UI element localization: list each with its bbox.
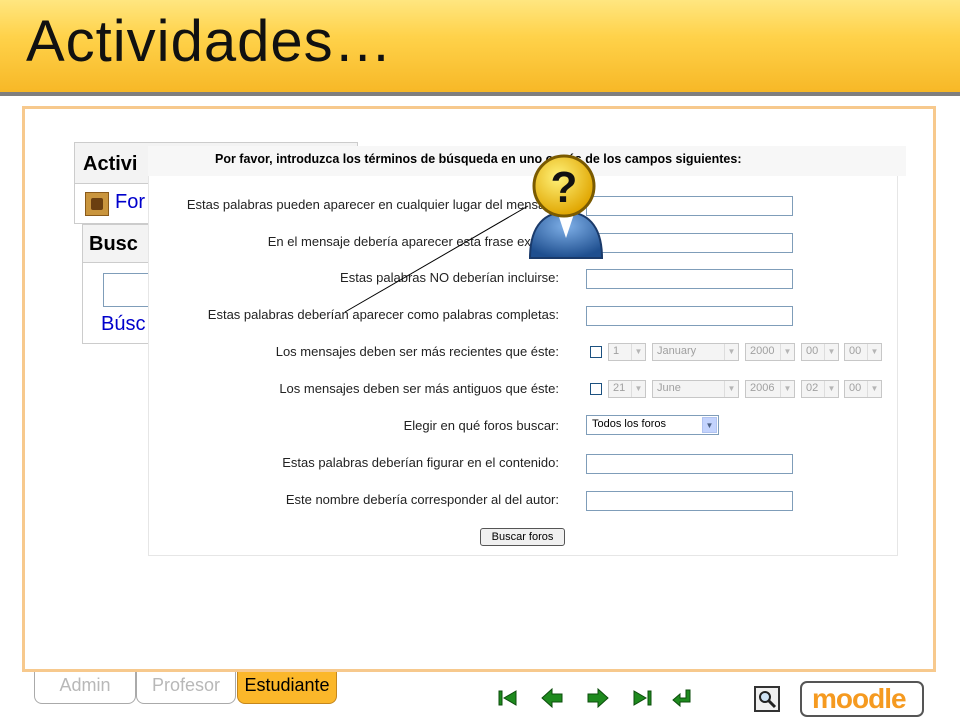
any-words-label: Estas palabras pueden aparecer en cualqu… bbox=[186, 197, 559, 212]
whole-words-input[interactable] bbox=[586, 306, 793, 326]
slide: Actividades… Activi For Busc Búsc Por fa… bbox=[0, 0, 960, 720]
magnifier-icon bbox=[759, 691, 777, 709]
previous-slide-icon[interactable] bbox=[540, 686, 564, 710]
date-to-minute-select[interactable]: 00 ▼ bbox=[844, 380, 882, 398]
search-block-title: Busc bbox=[89, 233, 138, 255]
magnifier-button[interactable] bbox=[754, 686, 780, 712]
content-words-label: Estas palabras deberían figurar en el co… bbox=[282, 455, 559, 470]
chevron-down-icon: ▼ bbox=[702, 417, 717, 433]
date-from-checkbox[interactable] bbox=[590, 346, 602, 358]
date-from-minute-select[interactable]: 00 ▼ bbox=[844, 343, 882, 361]
tab-estudiante[interactable]: Estudiante bbox=[237, 672, 337, 704]
exact-phrase-label: En el mensaje debería aparecer esta fras… bbox=[267, 234, 559, 249]
content-words-input[interactable] bbox=[586, 454, 793, 474]
moodle-logo-text: moodle bbox=[812, 683, 907, 714]
date-from-year-select[interactable]: 2000 ▼ bbox=[745, 343, 795, 361]
date-to-year-select[interactable]: 2006 ▼ bbox=[745, 380, 795, 398]
forum-icon bbox=[85, 192, 109, 216]
date-to-month-select[interactable]: June ▼ bbox=[652, 380, 739, 398]
forum-select[interactable]: Todos los foros ▼ bbox=[586, 415, 719, 435]
forum-select-label: Elegir en qué foros buscar: bbox=[403, 418, 559, 433]
author-label: Este nombre debería corresponder al del … bbox=[285, 492, 559, 507]
help-question-icon: ? bbox=[528, 154, 604, 259]
exclude-words-label: Estas palabras NO deberían incluirse: bbox=[340, 270, 559, 285]
author-input[interactable] bbox=[586, 491, 793, 511]
any-words-input[interactable] bbox=[586, 196, 793, 216]
date-from-month-select[interactable]: January ▼ bbox=[652, 343, 739, 361]
whole-words-label: Estas palabras deberían aparecer como pa… bbox=[207, 307, 559, 322]
exclude-words-input[interactable] bbox=[586, 269, 793, 289]
moodle-logo[interactable]: moodle bbox=[800, 681, 924, 717]
forum-link[interactable]: For bbox=[115, 191, 145, 214]
return-icon[interactable] bbox=[670, 686, 694, 710]
last-slide-icon[interactable] bbox=[630, 686, 654, 710]
svg-text:?: ? bbox=[551, 163, 578, 212]
date-from-hour-select[interactable]: 00 ▼ bbox=[801, 343, 839, 361]
slide-title: Actividades… bbox=[26, 9, 393, 74]
tab-admin[interactable]: Admin bbox=[34, 672, 136, 704]
date-from-day-select[interactable]: 1 ▼ bbox=[608, 343, 646, 361]
first-slide-icon[interactable] bbox=[496, 686, 520, 710]
date-to-checkbox[interactable] bbox=[590, 383, 602, 395]
header-divider bbox=[0, 92, 960, 96]
advanced-search-link[interactable]: Búsc bbox=[101, 313, 145, 336]
date-from-label: Los mensajes deben ser más recientes que… bbox=[275, 344, 559, 359]
tab-profesor[interactable]: Profesor bbox=[136, 672, 236, 704]
date-to-label: Los mensajes deben ser más antiguos que … bbox=[279, 381, 559, 396]
next-slide-icon[interactable] bbox=[586, 686, 610, 710]
date-to-day-select[interactable]: 21 ▼ bbox=[608, 380, 646, 398]
exact-phrase-input[interactable] bbox=[586, 233, 793, 253]
date-to-hour-select[interactable]: 02 ▼ bbox=[801, 380, 839, 398]
slide-header: Actividades… bbox=[0, 0, 960, 92]
activities-block-title: Activi bbox=[83, 153, 138, 175]
form-intro-text: Por favor, introduzca los términos de bú… bbox=[215, 152, 742, 166]
search-forums-button[interactable]: Buscar foros bbox=[480, 528, 565, 546]
